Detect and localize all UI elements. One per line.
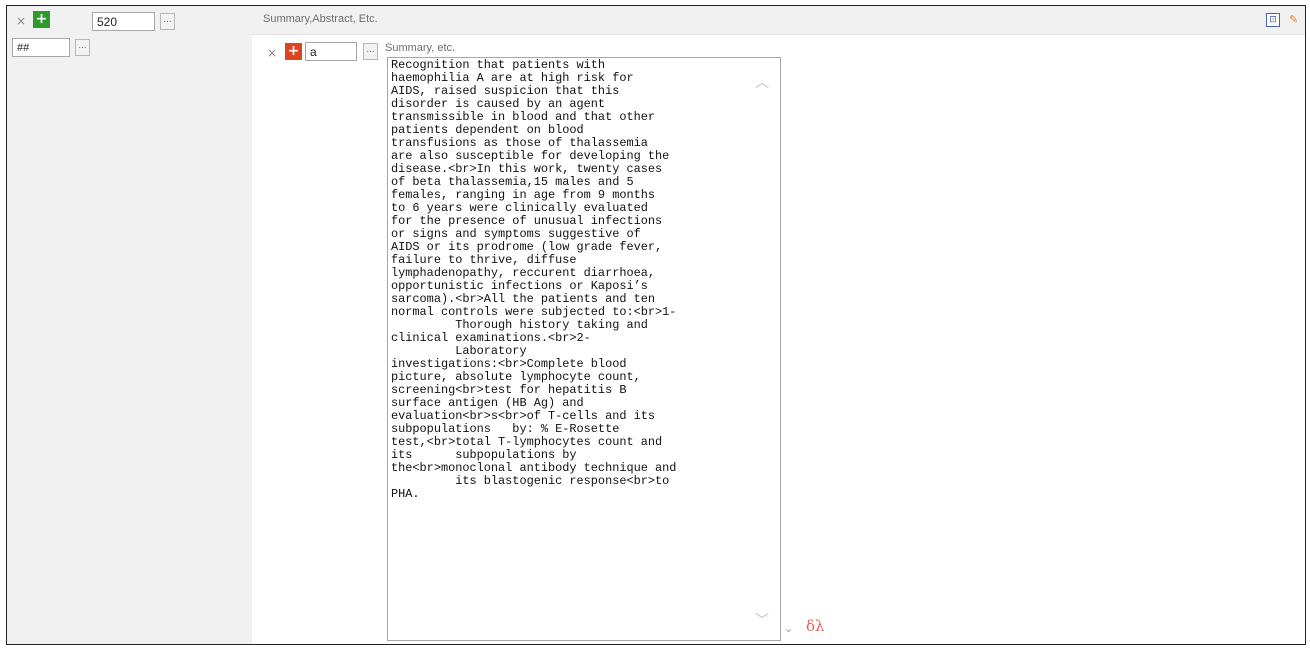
field-label: Summary,Abstract, Etc. xyxy=(263,13,378,25)
scroll-down-icon[interactable]: ﹀ xyxy=(755,610,769,630)
tag-browse-button[interactable]: ... xyxy=(160,13,175,30)
expand-icon[interactable]: ⌄ xyxy=(784,622,793,635)
subfield-browse-button[interactable]: ... xyxy=(363,43,378,60)
subfield-label: Summary, etc. xyxy=(385,42,456,54)
summary-text[interactable]: Recognition that patients with haemophil… xyxy=(391,59,753,501)
indicator-browse-button[interactable]: ... xyxy=(75,39,90,56)
tag-column xyxy=(7,6,252,644)
book-icon[interactable]: ⊡ xyxy=(1266,13,1280,27)
add-field-icon[interactable]: + xyxy=(33,11,50,28)
add-subfield-icon[interactable]: + xyxy=(285,43,302,60)
indicator-input[interactable] xyxy=(12,38,70,57)
remove-subfield-icon[interactable]: × xyxy=(267,46,277,60)
special-characters-button[interactable]: δλ xyxy=(806,617,825,635)
scroll-up-icon[interactable]: ︿ xyxy=(755,72,769,92)
tool-icon[interactable]: ✎ xyxy=(1289,13,1305,27)
summary-textarea[interactable]: Recognition that patients with haemophil… xyxy=(387,57,781,641)
tag-input[interactable] xyxy=(92,12,155,31)
subfield-code-input[interactable] xyxy=(305,42,357,61)
remove-field-icon[interactable]: × xyxy=(16,14,26,28)
